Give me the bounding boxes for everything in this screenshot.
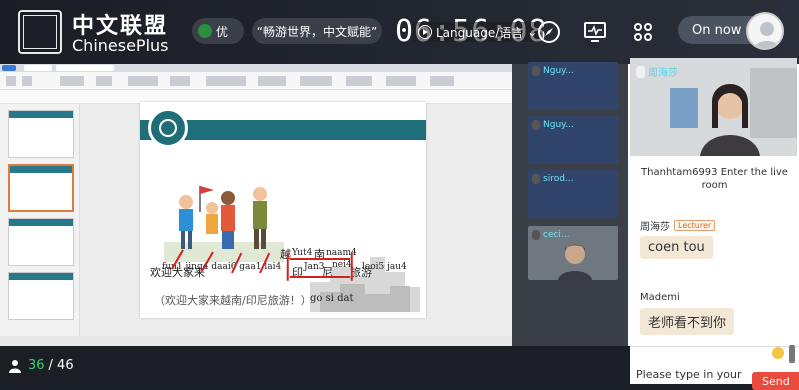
slogan-text: “畅游世界，中文赋能”: [256, 24, 378, 39]
annotation-underline: [290, 276, 350, 278]
user-avatar[interactable]: [746, 12, 784, 50]
top-bar: 中文联盟 ChinesePlus 优 “畅游世界，中文赋能” 06:56:08 …: [0, 0, 799, 64]
user-icon: [753, 22, 781, 48]
chat-bubble: coen tou: [640, 236, 713, 259]
chat-sender: 周海莎 Lecturer: [640, 218, 716, 233]
apps-grid-icon[interactable]: [630, 19, 656, 45]
student-name: ceci...: [543, 230, 570, 240]
ppt-title-bar: [0, 64, 512, 72]
pinyin-yue: Yut4: [292, 248, 313, 258]
scroll-thumb[interactable]: [789, 345, 795, 363]
annotation-stroke: [351, 252, 353, 281]
char-yue: 越: [280, 248, 291, 261]
student-video-tile[interactable]: sirod...: [528, 170, 618, 218]
student-video-tile[interactable]: Nguy...: [528, 62, 618, 110]
student-video-tile[interactable]: Nguy...: [528, 116, 618, 164]
pinyin-ni: nei4: [332, 260, 352, 270]
slide-thumbnail[interactable]: [8, 272, 74, 320]
slide-translation: （欢迎大家来越南/印尼旅游！）: [154, 294, 312, 307]
language-button[interactable]: Language/语言 ⌄: [412, 22, 544, 42]
logo-seal-icon: [18, 10, 62, 54]
bottom-bar: 36 / 46: [0, 346, 630, 384]
slide-thumbnail[interactable]: [8, 110, 74, 158]
handwritten-note: go si dat: [310, 293, 354, 304]
teacher-name: 周海莎: [648, 68, 678, 79]
lecturer-badge: Lecturer: [674, 220, 716, 231]
mic-muted-icon: [532, 120, 540, 130]
chat-sender: Mademi: [640, 292, 680, 303]
chat-input-placeholder[interactable]: Please type in your: [636, 368, 742, 381]
chat-panel: Thanhtam6993 Enter the live room 周海莎 Lec…: [630, 156, 799, 346]
mic-muted-icon: [532, 66, 540, 76]
attendance-count[interactable]: 36 / 46: [8, 358, 74, 373]
total-count: / 46: [48, 358, 74, 373]
person-icon: [9, 359, 21, 373]
ppt-status-bar: [0, 336, 512, 346]
slide-thumbnail[interactable]: [8, 218, 74, 266]
quality-label: 优: [216, 24, 229, 39]
pinyin-lvyou: leoi5 jau4: [362, 262, 407, 272]
logo-english: ChinesePlus: [72, 36, 169, 55]
student-webcam-feed: [558, 244, 592, 280]
on-now-label: On now: [692, 22, 742, 38]
slide-thumbnails: [0, 104, 80, 336]
student-video-tile[interactable]: ceci...: [528, 226, 618, 280]
online-count: 36: [28, 358, 45, 373]
chat-bubble: 老师看不到你: [640, 308, 735, 335]
char-yin: 印: [292, 266, 303, 279]
teacher-video[interactable]: 周海莎: [630, 58, 797, 156]
signal-icon: [198, 24, 212, 38]
slide-thumbnail-selected[interactable]: [8, 164, 74, 212]
student-name: sirod...: [543, 174, 574, 184]
char-nan: 南: [314, 248, 325, 261]
quality-indicator[interactable]: 优: [192, 18, 244, 44]
compass-icon[interactable]: [536, 19, 562, 45]
annotation-stroke: [287, 252, 289, 281]
school-emblem-icon: [148, 108, 188, 148]
play-icon: [418, 25, 432, 39]
emoji-icon[interactable]: [772, 347, 784, 359]
monitor-icon[interactable]: [582, 19, 608, 45]
student-name: Nguy...: [543, 120, 574, 130]
mic-muted-icon: [532, 174, 540, 184]
mic-icon: [636, 65, 645, 78]
sender-name: 周海莎: [640, 222, 670, 233]
system-message: Thanhtam6993 Enter the live room: [641, 167, 788, 191]
current-slide: Yut4 越 南 naam4 欢迎大家来 fun1 jing4 daai6 ga…: [140, 102, 426, 318]
student-name: Nguy...: [543, 66, 574, 76]
annotation-underline: [290, 258, 350, 260]
send-button[interactable]: Send: [752, 372, 799, 390]
ppt-ribbon: [0, 72, 512, 90]
language-label: Language/语言: [436, 25, 524, 40]
mic-muted-icon: [532, 230, 540, 240]
slogan-badge: “畅游世界，中文赋能”: [252, 18, 382, 44]
sender-name: Mademi: [640, 292, 680, 303]
